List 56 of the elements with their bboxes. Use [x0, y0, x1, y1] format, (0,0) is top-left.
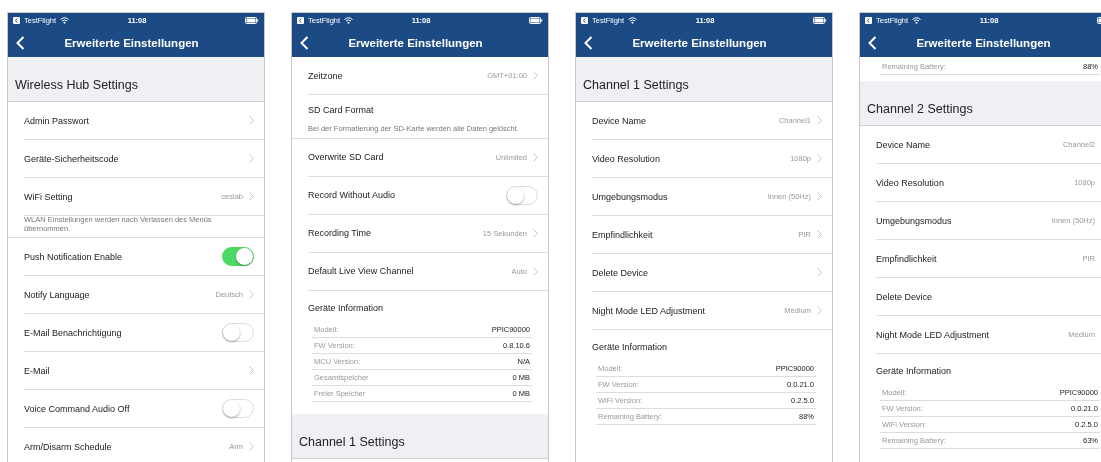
setting-label: Voice Command Audio Off	[24, 403, 131, 414]
info-title: Geräte Information	[592, 341, 669, 354]
battery-icon	[813, 17, 827, 24]
section-header: Channel 2 Settings	[860, 81, 1101, 126]
chevron-icon	[249, 154, 254, 163]
settings-row[interactable]: Delete Device	[592, 254, 832, 292]
chevron-icon	[817, 306, 822, 315]
back-app-icon	[13, 17, 20, 24]
toggle-switch[interactable]	[222, 399, 254, 419]
chevron-icon	[249, 442, 254, 452]
section-header: Wireless Hub Settings	[8, 57, 264, 102]
wifi-icon	[344, 17, 354, 24]
wifi-icon	[912, 17, 922, 24]
chevron-icon	[249, 192, 254, 201]
setting-label: Push Notification Enable	[24, 251, 124, 262]
screen-title: Erweiterte Einstellungen	[63, 36, 200, 49]
toggle-switch[interactable]	[222, 247, 254, 267]
screen-title: Erweiterte Einstellungen	[915, 36, 1052, 49]
chevron-icon	[249, 290, 254, 300]
chevron-icon	[533, 71, 538, 80]
back-app-icon	[297, 17, 304, 24]
setting-label: Record Without Audio	[308, 190, 397, 201]
settings-row[interactable]: Geräte-Sicherheitscode	[24, 140, 264, 178]
chevron-icon	[817, 268, 822, 277]
info-title: Geräte Information	[308, 301, 385, 315]
toggle-switch[interactable]	[222, 323, 254, 343]
chevron-icon	[817, 192, 822, 201]
screen-title: Erweiterte Einstellungen	[631, 36, 768, 49]
setting-label[interactable]: SD Card Format	[308, 105, 538, 115]
info-title: Geräte Information	[876, 365, 953, 378]
battery-icon	[245, 17, 259, 24]
settings-row[interactable]: Delete Device	[876, 278, 1101, 316]
back-app-icon	[581, 17, 588, 24]
section-header: Channel 1 Settings	[292, 413, 548, 459]
chevron-icon	[249, 366, 254, 376]
settings-row[interactable]: E-Mail	[24, 352, 264, 391]
back-icon[interactable]	[300, 35, 309, 50]
chevron-icon	[249, 116, 254, 125]
wifi-icon	[60, 17, 70, 24]
chevron-icon	[817, 154, 822, 163]
toggle-switch[interactable]	[506, 185, 538, 205]
chevron-icon	[817, 230, 822, 239]
chevron-icon	[533, 228, 538, 238]
back-icon[interactable]	[16, 35, 25, 50]
settings-row[interactable]: Admin Passwort	[24, 102, 264, 140]
setting-label: E-Mail Benachrichtigung	[24, 327, 123, 338]
section-header: Channel 1 Settings	[576, 57, 832, 102]
wifi-icon	[628, 17, 638, 24]
battery-icon	[529, 17, 543, 24]
chevron-icon	[533, 152, 538, 162]
chevron-icon	[533, 266, 538, 276]
back-app-icon	[865, 17, 872, 24]
screen-title: Erweiterte Einstellungen	[347, 36, 484, 49]
back-icon[interactable]	[584, 35, 593, 50]
chevron-icon	[817, 116, 822, 125]
back-icon[interactable]	[868, 35, 877, 50]
